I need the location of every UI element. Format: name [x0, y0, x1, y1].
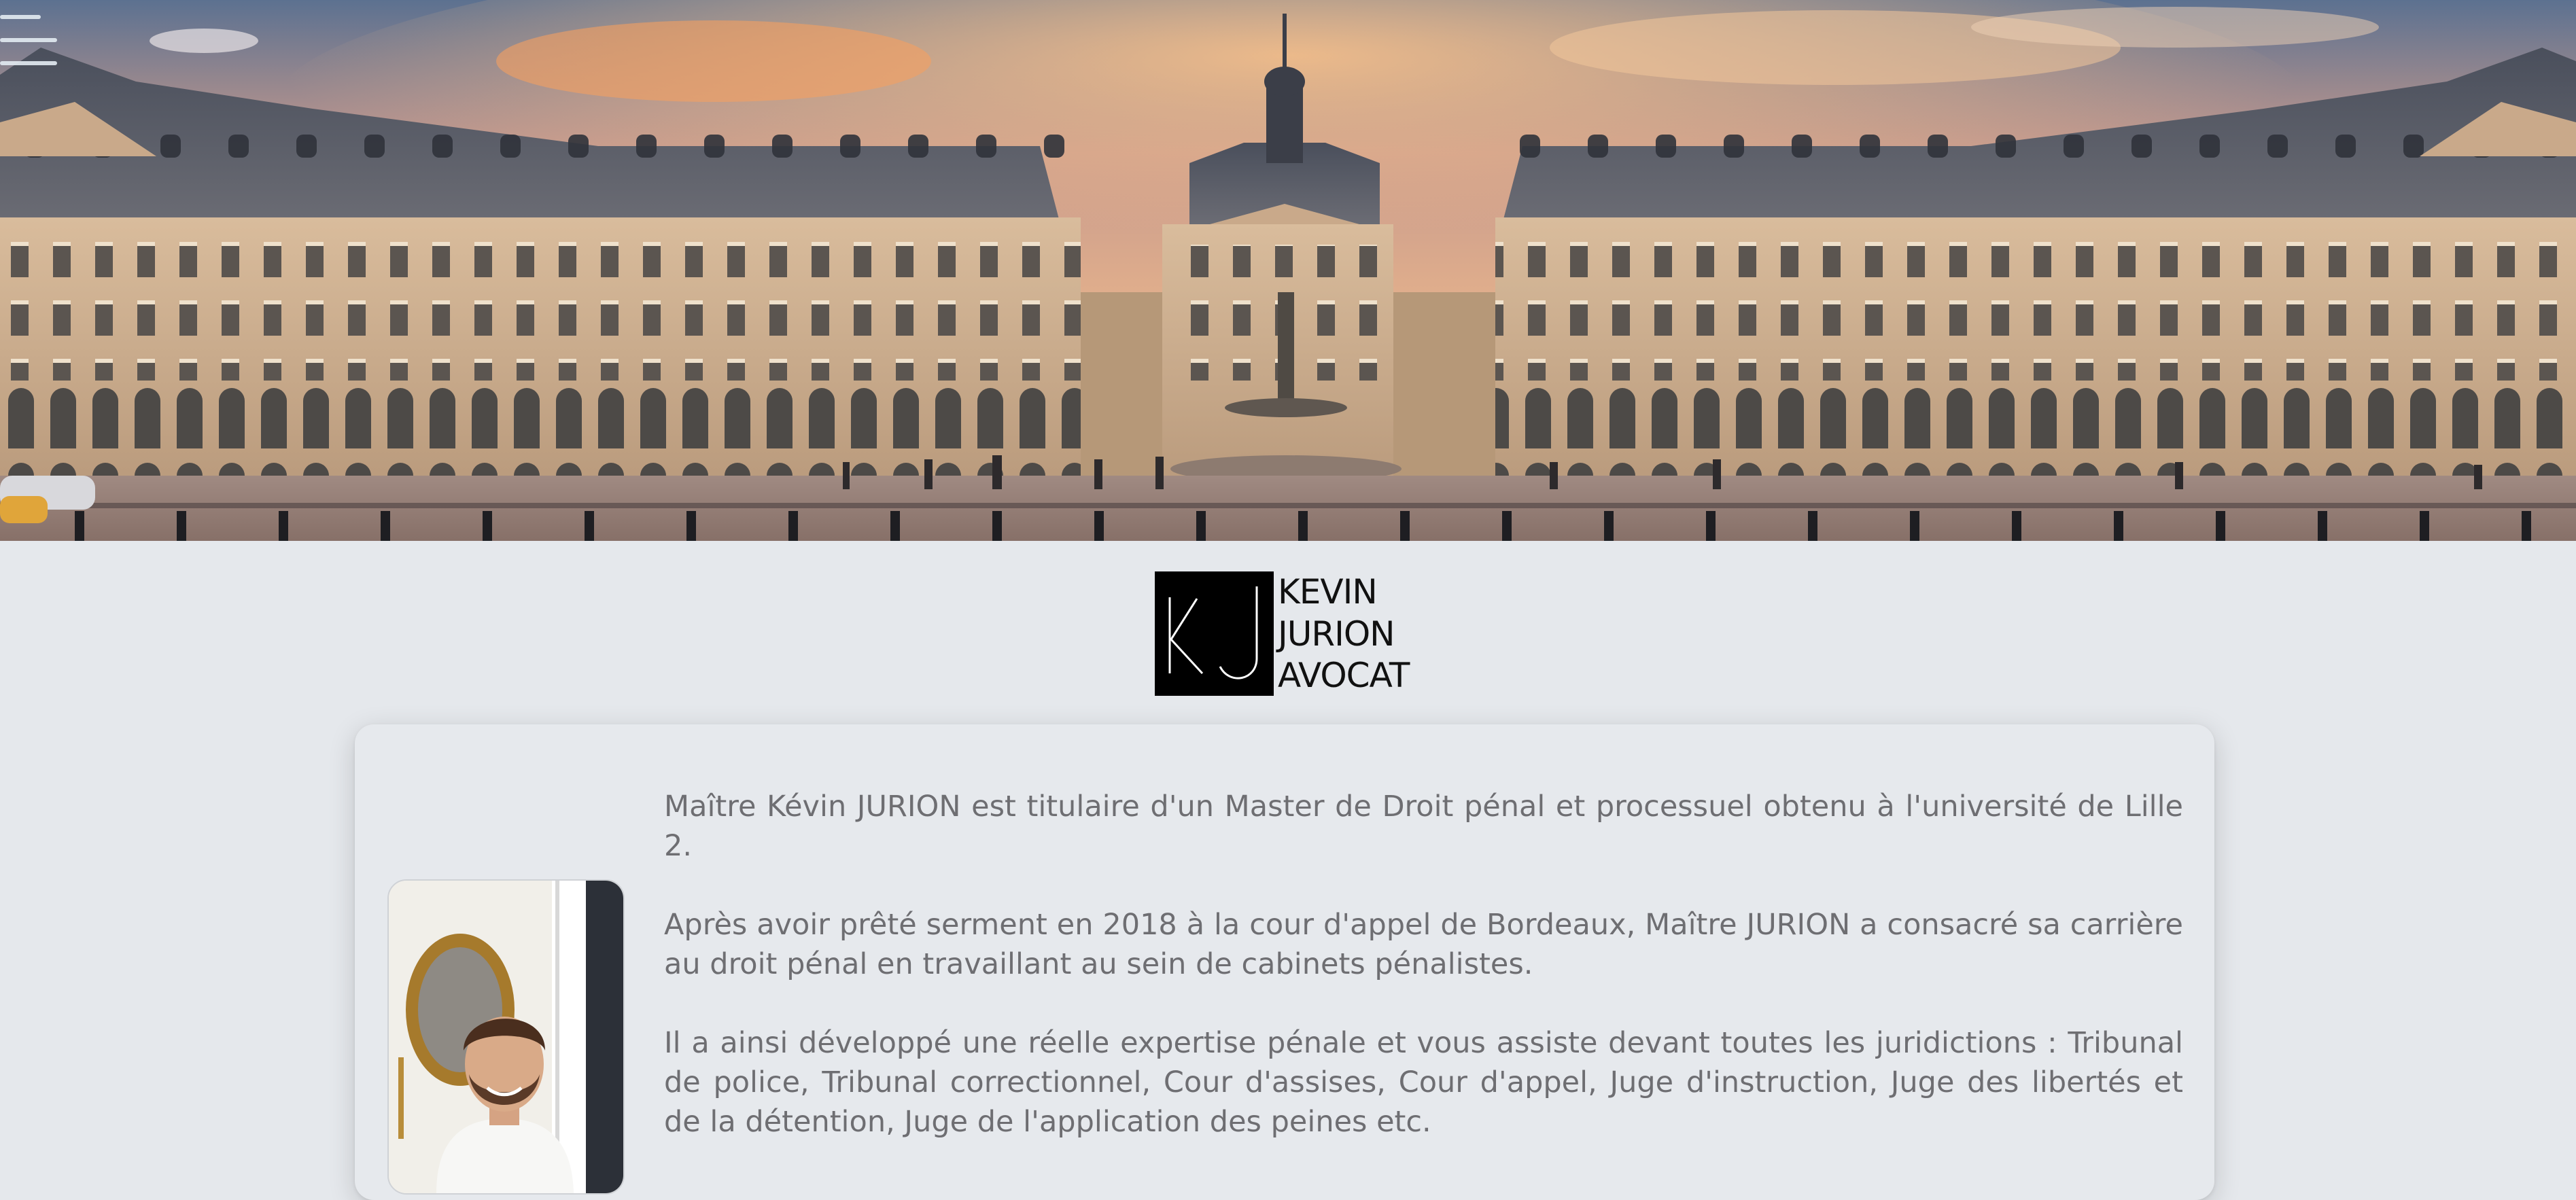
logo-line-surname: JURION	[1278, 614, 1395, 654]
logo-line-title: AVOCAT	[1278, 656, 1410, 695]
about-card: Maître Kévin JURION est titulaire d'un M…	[355, 724, 2214, 1200]
bio-paragraph-expertise: Il a ainsi développé une réelle expertis…	[664, 1026, 2183, 1139]
portrait-image	[389, 881, 623, 1193]
kj-monogram-icon	[1168, 586, 1258, 680]
menu-line	[0, 38, 57, 42]
hamburger-menu-icon[interactable]	[0, 12, 58, 68]
hero-image	[0, 0, 2576, 541]
hero-banner	[0, 0, 2576, 541]
bio-paragraph-education: Maître Kévin JURION est titulaire d'un M…	[664, 790, 2183, 863]
about-text: Maître Kévin JURION est titulaire d'un M…	[664, 787, 2183, 1181]
logo-wordmark: KEVIN JURION AVOCAT	[1278, 571, 1410, 696]
logo-line-name: KEVIN	[1278, 572, 1378, 612]
menu-line	[0, 15, 41, 19]
menu-line	[0, 61, 57, 65]
bio-paragraph-career: Après avoir prêté serment en 2018 à la c…	[664, 908, 2183, 981]
logo-monogram	[1155, 571, 1274, 696]
lawyer-portrait	[387, 879, 625, 1195]
site-logo[interactable]: KEVIN JURION AVOCAT	[1155, 571, 1410, 696]
